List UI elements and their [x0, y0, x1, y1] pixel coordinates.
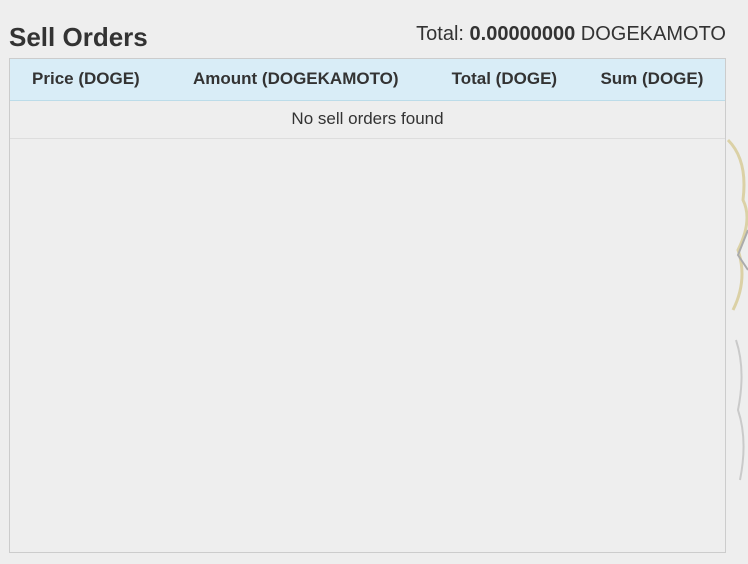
total-summary: Total: 0.00000000 DOGEKAMOTO [416, 21, 726, 47]
column-header-amount[interactable]: Amount (DOGEKAMOTO) [161, 59, 430, 101]
total-unit: DOGEKAMOTO [580, 23, 726, 45]
sell-orders-table: Price (DOGE) Amount (DOGEKAMOTO) Total (… [10, 59, 725, 139]
table-header-row: Price (DOGE) Amount (DOGEKAMOTO) Total (… [10, 59, 725, 101]
total-label: Total: [416, 23, 464, 45]
total-amount: 0.00000000 [469, 23, 576, 45]
empty-state-message: No sell orders found [10, 100, 725, 139]
column-header-price[interactable]: Price (DOGE) [10, 59, 162, 101]
sell-orders-panel[interactable]: Price (DOGE) Amount (DOGEKAMOTO) Total (… [9, 58, 726, 553]
column-header-sum[interactable]: Sum (DOGE) [578, 59, 725, 101]
table-row: No sell orders found [10, 100, 725, 139]
column-header-total[interactable]: Total (DOGE) [429, 59, 579, 101]
page-title: Sell Orders [9, 22, 148, 52]
